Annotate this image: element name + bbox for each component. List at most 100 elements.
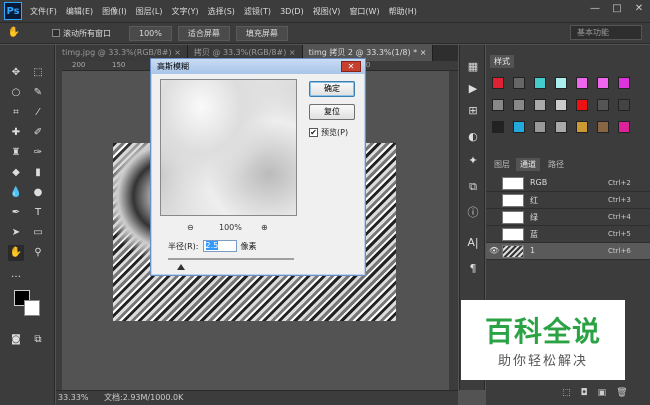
brush-presets-icon[interactable]: ⊞ (465, 103, 481, 119)
close-button[interactable]: ✕ (628, 0, 650, 18)
style-swatch[interactable] (492, 77, 504, 89)
menu-view[interactable]: 视图(V) (313, 6, 341, 17)
scroll-all-windows-checkbox[interactable]: 滚动所有窗口 (52, 28, 111, 39)
style-swatch[interactable] (597, 77, 609, 89)
quick-mask-icon[interactable]: ◙ (8, 332, 24, 348)
more-tools-icon[interactable]: … (8, 267, 24, 283)
delete-channel-icon[interactable]: 🗑 (616, 388, 627, 398)
blur-preview[interactable] (160, 79, 297, 216)
dialog-titlebar[interactable]: 高斯模糊 ✕ (151, 59, 365, 74)
menu-edit[interactable]: 编辑(E) (66, 6, 93, 17)
eyedropper-icon[interactable]: ⁄ (30, 105, 46, 121)
type-tool-icon[interactable]: T (30, 205, 46, 221)
radius-slider-track[interactable] (168, 258, 294, 260)
style-swatch[interactable] (555, 121, 567, 133)
tab-paths[interactable]: 路径 (544, 158, 568, 171)
eraser-tool-icon[interactable]: ◆ (8, 165, 24, 181)
menu-filter[interactable]: 滤镜(T) (244, 6, 271, 17)
quick-select-icon[interactable]: ✎ (30, 85, 46, 101)
shape-tool-icon[interactable]: ▭ (30, 225, 46, 241)
style-swatch[interactable] (618, 99, 630, 111)
pen-tool-icon[interactable]: ✒ (8, 205, 24, 221)
history-brush-icon[interactable]: ✑ (30, 145, 46, 161)
channel-row-rgb[interactable]: RGB Ctrl+2 (486, 175, 650, 192)
screen-mode-icon[interactable]: ⧉ (30, 332, 46, 348)
menu-image[interactable]: 图像(I) (102, 6, 127, 17)
dodge-tool-icon[interactable]: ● (30, 185, 46, 201)
channel-row-green[interactable]: 绿 Ctrl+4 (486, 209, 650, 226)
fit-screen-button[interactable]: 适合屏幕 (177, 25, 230, 41)
tab-channels[interactable]: 通道 (516, 158, 540, 171)
style-swatch[interactable] (576, 77, 588, 89)
maximize-button[interactable]: □ (606, 0, 628, 18)
menu-file[interactable]: 文件(F) (30, 6, 57, 17)
style-swatch[interactable] (576, 99, 588, 111)
brush-tool-icon[interactable]: ✐ (30, 125, 46, 141)
radius-slider-thumb[interactable] (176, 264, 185, 270)
style-swatch[interactable] (513, 77, 525, 89)
lasso-tool-icon[interactable]: ○ (8, 85, 24, 101)
healing-brush-icon[interactable]: ✚ (8, 125, 24, 141)
style-swatch[interactable] (555, 77, 567, 89)
zoom-100-button[interactable]: 100% (129, 25, 172, 41)
clone-source-icon[interactable]: ⧉ (465, 179, 481, 195)
radius-input[interactable]: 2.5 (202, 240, 237, 252)
visibility-eye-icon[interactable]: 👁 (489, 246, 499, 255)
style-swatch[interactable] (555, 99, 567, 111)
menu-help[interactable]: 帮助(H) (389, 6, 417, 17)
tool-presets-icon[interactable]: ✦ (465, 153, 481, 169)
style-swatch[interactable] (492, 121, 504, 133)
history-icon[interactable]: ▦ (465, 59, 481, 75)
style-swatch[interactable] (492, 99, 504, 111)
style-swatch[interactable] (618, 121, 630, 133)
marquee-tool-icon[interactable]: ⬚ (30, 65, 46, 81)
tab-styles[interactable]: 样式 (490, 55, 514, 68)
style-swatch[interactable] (597, 121, 609, 133)
dialog-close-icon[interactable]: ✕ (341, 61, 361, 72)
paragraph-icon[interactable]: ¶ (465, 261, 481, 277)
move-tool-icon[interactable]: ✥ (8, 65, 24, 81)
style-swatch[interactable] (534, 121, 546, 133)
info-icon[interactable]: ⓘ (465, 205, 481, 221)
stamp-tool-icon[interactable]: ♜ (8, 145, 24, 161)
adjustments-icon[interactable]: ◐ (465, 129, 481, 145)
vertical-scrollbar[interactable] (449, 71, 458, 390)
style-swatch[interactable] (597, 99, 609, 111)
zoom-out-icon[interactable]: ⊖ (187, 223, 194, 232)
save-selection-icon[interactable]: ◘ (581, 388, 588, 398)
gradient-tool-icon[interactable]: ▮ (30, 165, 46, 181)
zoom-tool-icon[interactable]: ⚲ (30, 245, 46, 261)
zoom-in-icon[interactable]: ⊕ (261, 223, 268, 232)
style-swatch[interactable] (513, 99, 525, 111)
menu-select[interactable]: 选择(S) (208, 6, 235, 17)
background-color[interactable] (24, 300, 40, 316)
menu-layer[interactable]: 图层(L) (136, 6, 163, 17)
hand-tool-icon[interactable]: ✋ (6, 25, 22, 41)
menu-window[interactable]: 窗口(W) (349, 6, 379, 17)
style-swatch[interactable] (534, 99, 546, 111)
crop-tool-icon[interactable]: ⌗ (8, 105, 24, 121)
minimize-button[interactable]: — (584, 0, 606, 18)
style-swatch[interactable] (576, 121, 588, 133)
style-swatch[interactable] (534, 77, 546, 89)
character-icon[interactable]: A| (465, 235, 481, 251)
tab-layers[interactable]: 图层 (490, 158, 514, 171)
fill-screen-button[interactable]: 填充屏幕 (235, 25, 288, 41)
style-swatch[interactable] (513, 121, 525, 133)
menu-type[interactable]: 文字(Y) (171, 6, 198, 17)
channel-row-alpha-1[interactable]: 👁 1 Ctrl+6 (486, 243, 650, 260)
menu-3d[interactable]: 3D(D) (280, 7, 304, 16)
channel-row-blue[interactable]: 蓝 Ctrl+5 (486, 226, 650, 243)
style-swatch[interactable] (618, 77, 630, 89)
new-channel-icon[interactable]: ▣ (598, 388, 607, 398)
reset-button[interactable]: 复位 (309, 104, 355, 120)
path-select-icon[interactable]: ➤ (8, 225, 24, 241)
workspace-select[interactable]: 基本功能 (570, 25, 642, 40)
hand-tool-icon[interactable]: ✋ (8, 245, 24, 261)
preview-checkbox[interactable]: ✔ 预览(P) (309, 127, 348, 138)
channel-row-red[interactable]: 红 Ctrl+3 (486, 192, 650, 209)
status-zoom[interactable]: 33.33% (58, 391, 89, 405)
ok-button[interactable]: 确定 (309, 81, 355, 97)
blur-tool-icon[interactable]: 💧 (8, 185, 24, 201)
load-selection-icon[interactable]: ⬚ (562, 388, 571, 398)
